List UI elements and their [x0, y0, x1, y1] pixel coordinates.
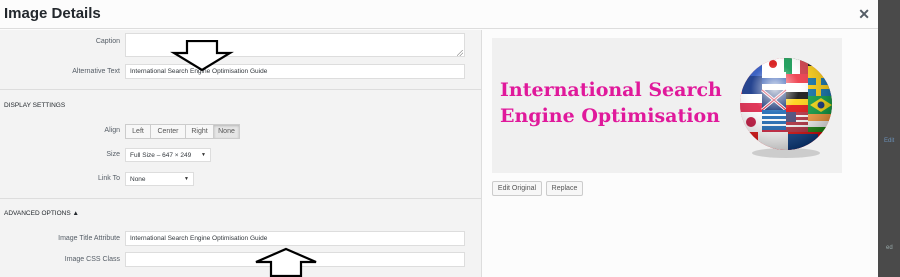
align-left-button[interactable]: Left [125, 124, 151, 139]
preview-panel: International Search Engine Optimisation [483, 30, 878, 277]
section-divider [0, 198, 482, 199]
align-none-button[interactable]: None [213, 124, 240, 139]
preview-line-1: International Search [500, 79, 722, 101]
link-to-select[interactable]: None ▼ [125, 172, 194, 186]
title-attribute-input[interactable]: International Search Engine Optimisation… [125, 231, 465, 246]
align-label: Align [104, 127, 120, 134]
align-center-button[interactable]: Center [150, 124, 186, 139]
title-attribute-label: Image Title Attribute [58, 235, 120, 242]
background-overlay: Edit ed [878, 0, 900, 277]
background-edit-link: Edit [884, 138, 895, 144]
modal-header: Image Details ✕ [0, 0, 878, 29]
resize-grip-icon[interactable] [457, 50, 463, 56]
replace-button[interactable]: Replace [546, 181, 583, 196]
css-class-label: Image CSS Class [64, 256, 120, 263]
image-preview: International Search Engine Optimisation [492, 38, 842, 173]
close-icon[interactable]: ✕ [858, 6, 870, 23]
size-select[interactable]: Full Size – 647 × 249 ▼ [125, 148, 211, 162]
link-to-select-value: None [130, 175, 146, 183]
caption-label: Caption [95, 38, 120, 45]
align-button-group: Left Center Right None [125, 124, 240, 139]
chevron-down-icon: ▼ [201, 152, 206, 158]
background-text-fragment: ed [886, 245, 893, 251]
edit-original-button[interactable]: Edit Original [492, 181, 542, 196]
down-arrow-annotation-icon [170, 40, 234, 72]
section-divider [0, 89, 482, 90]
chevron-down-icon: ▼ [184, 176, 189, 182]
size-select-value: Full Size – 647 × 249 [130, 151, 192, 159]
size-label: Size [106, 151, 120, 158]
display-settings-title: DISPLAY SETTINGS [4, 102, 66, 109]
modal-title: Image Details [4, 5, 101, 22]
align-right-button[interactable]: Right [185, 124, 214, 139]
advanced-options-toggle[interactable]: ADVANCED OPTIONS ▲ [4, 210, 79, 217]
settings-panel: Caption Alternative Text International S… [0, 30, 482, 277]
up-arrow-annotation-icon [255, 247, 317, 277]
alt-text-label: Alternative Text [72, 68, 120, 75]
link-to-label: Link To [97, 175, 120, 182]
globe-flags-icon [740, 58, 832, 158]
preview-line-2: Engine Optimisation [500, 105, 720, 127]
image-details-modal: Image Details ✕ Caption Alternative Text… [0, 0, 878, 277]
